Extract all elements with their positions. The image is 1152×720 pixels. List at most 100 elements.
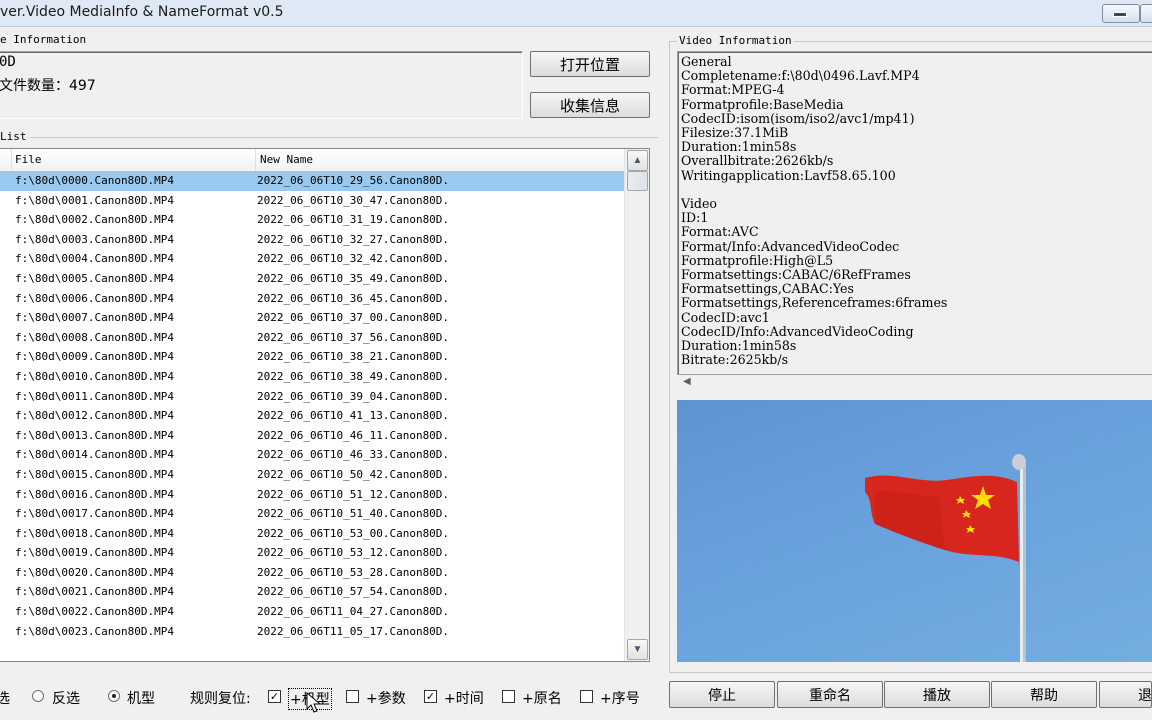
plus-time-label[interactable]: +时间 <box>444 688 484 708</box>
table-row[interactable]: f:\80d\0015.Canon80D.MP4 2022_06_06T10_50… <box>0 465 624 485</box>
list-header: File New Name <box>0 149 624 172</box>
table-row[interactable]: f:\80d\0021.Canon80D.MP4 2022_06_06T10_57… <box>0 582 624 602</box>
new-name-cell: 2022_06_06T10_31_19.Canon80D. <box>257 213 450 227</box>
checkbox-plus-model[interactable]: ✓ <box>268 690 281 703</box>
select-all-label[interactable]: 选 <box>0 688 10 708</box>
title-bar: ver.Video MediaInfo & NameFormat v0.5 <box>0 0 1152 27</box>
collect-info-button[interactable]: 收集信息 <box>530 92 650 118</box>
new-name-cell: 2022_06_06T10_32_27.Canon80D. <box>257 232 450 246</box>
table-row[interactable]: f:\80d\0013.Canon80D.MP4 2022_06_06T10_46… <box>0 426 624 446</box>
file-list-label: List <box>0 130 29 144</box>
checkbox-plus-seq[interactable] <box>580 690 593 703</box>
rule-reset-label: 规则复位: <box>190 691 251 707</box>
new-name-cell: 2022_06_06T10_53_12.Canon80D. <box>257 546 450 560</box>
column-header-file[interactable]: File <box>15 153 42 166</box>
plus-seq-label[interactable]: +序号 <box>600 688 640 708</box>
table-row[interactable]: f:\80d\0005.Canon80D.MP4 2022_06_06T10_35… <box>0 269 624 289</box>
column-separator <box>11 149 12 171</box>
scroll-left-icon[interactable]: ◀ <box>683 376 691 387</box>
checkbox-plus-time[interactable]: ✓ <box>424 690 437 703</box>
table-row[interactable]: f:\80d\0010.Canon80D.MP4 2022_06_06T10_38… <box>0 367 624 387</box>
exit-label: 退 <box>1138 687 1152 704</box>
vertical-scrollbar[interactable]: ▲ ▼ <box>624 149 649 661</box>
file-cell: f:\80d\0023.Canon80D.MP4 <box>15 624 174 638</box>
folder-label: 0D <box>0 54 16 70</box>
new-name-cell: 2022_06_06T10_50_42.Canon80D. <box>257 467 450 481</box>
new-name-cell: 2022_06_06T10_53_28.Canon80D. <box>257 565 450 579</box>
file-cell: f:\80d\0022.Canon80D.MP4 <box>15 605 174 619</box>
stop-button[interactable]: 停止 <box>669 681 775 708</box>
scroll-thumb[interactable] <box>627 171 648 191</box>
table-row[interactable]: f:\80d\0019.Canon80D.MP4 2022_06_06T10_53… <box>0 543 624 563</box>
new-name-cell: 2022_06_06T10_51_40.Canon80D. <box>257 507 450 521</box>
file-cell: f:\80d\0013.Canon80D.MP4 <box>15 428 174 442</box>
exit-button[interactable]: 退 <box>1099 681 1152 708</box>
window-title: ver.Video MediaInfo & NameFormat v0.5 <box>0 4 284 20</box>
radio-invert[interactable] <box>32 690 44 702</box>
checkbox-plus-original[interactable] <box>502 690 515 703</box>
file-cell: f:\80d\0001.Canon80D.MP4 <box>15 193 174 207</box>
column-header-new-name[interactable]: New Name <box>260 153 313 166</box>
table-row[interactable]: f:\80d\0011.Canon80D.MP4 2022_06_06T10_39… <box>0 387 624 407</box>
file-info-display: 0D 文件数量：497 <box>0 51 523 119</box>
mouse-cursor-icon <box>306 692 322 713</box>
file-list-group-line <box>30 137 658 138</box>
video-info-textbox[interactable]: General Completename:f:\80d\0496.Lavf.MP… <box>677 51 1152 375</box>
file-list-view[interactable]: File New Name f:\80d\0000.Canon80D.MP4 20… <box>0 148 650 662</box>
column-separator <box>255 149 256 171</box>
file-cell: f:\80d\0020.Canon80D.MP4 <box>15 565 174 579</box>
checkbox-plus-params[interactable] <box>346 690 359 703</box>
file-cell: f:\80d\0005.Canon80D.MP4 <box>15 271 174 285</box>
maximize-button[interactable] <box>1140 4 1152 23</box>
file-cell: f:\80d\0014.Canon80D.MP4 <box>15 448 174 462</box>
play-button[interactable]: 播放 <box>884 681 990 708</box>
model-label[interactable]: 机型 <box>127 688 155 708</box>
new-name-cell: 2022_06_06T10_38_21.Canon80D. <box>257 350 450 364</box>
plus-original-label[interactable]: +原名 <box>522 688 562 708</box>
minimize-button[interactable] <box>1102 4 1140 23</box>
video-preview <box>677 400 1152 662</box>
table-row[interactable]: f:\80d\0017.Canon80D.MP4 2022_06_06T10_51… <box>0 504 624 524</box>
table-row[interactable]: f:\80d\0018.Canon80D.MP4 2022_06_06T10_53… <box>0 524 624 544</box>
table-row[interactable]: f:\80d\0022.Canon80D.MP4 2022_06_06T11_04… <box>0 602 624 622</box>
scroll-down-button[interactable]: ▼ <box>627 639 648 660</box>
new-name-cell: 2022_06_06T10_35_49.Canon80D. <box>257 271 450 285</box>
plus-params-label[interactable]: +参数 <box>366 688 406 708</box>
table-row[interactable]: f:\80d\0008.Canon80D.MP4 2022_06_06T10_37… <box>0 328 624 348</box>
new-name-cell: 2022_06_06T11_05_17.Canon80D. <box>257 624 450 638</box>
list-rows: f:\80d\0000.Canon80D.MP4 2022_06_06T10_29… <box>0 171 624 641</box>
table-row[interactable]: f:\80d\0004.Canon80D.MP4 2022_06_06T10_32… <box>0 249 624 269</box>
table-row[interactable]: f:\80d\0020.Canon80D.MP4 2022_06_06T10_53… <box>0 563 624 583</box>
new-name-cell: 2022_06_06T10_46_33.Canon80D. <box>257 448 450 462</box>
table-row[interactable]: f:\80d\0002.Canon80D.MP4 2022_06_06T10_31… <box>0 210 624 230</box>
new-name-cell: 2022_06_06T10_36_45.Canon80D. <box>257 291 450 305</box>
file-cell: f:\80d\0016.Canon80D.MP4 <box>15 487 174 501</box>
file-cell: f:\80d\0002.Canon80D.MP4 <box>15 213 174 227</box>
file-information-label: e Information <box>0 33 89 47</box>
scroll-up-button[interactable]: ▲ <box>627 150 648 171</box>
new-name-cell: 2022_06_06T10_46_11.Canon80D. <box>257 428 450 442</box>
help-button[interactable]: 帮助 <box>991 681 1097 708</box>
rename-button[interactable]: 重命名 <box>777 681 883 708</box>
table-row[interactable]: f:\80d\0012.Canon80D.MP4 2022_06_06T10_41… <box>0 406 624 426</box>
table-row[interactable]: f:\80d\0014.Canon80D.MP4 2022_06_06T10_46… <box>0 445 624 465</box>
table-row[interactable]: f:\80d\0023.Canon80D.MP4 2022_06_06T11_05… <box>0 622 624 642</box>
minimize-icon <box>1113 12 1127 17</box>
table-row[interactable]: f:\80d\0001.Canon80D.MP4 2022_06_06T10_30… <box>0 191 624 211</box>
table-row[interactable]: f:\80d\0016.Canon80D.MP4 2022_06_06T10_51… <box>0 485 624 505</box>
table-row[interactable]: f:\80d\0006.Canon80D.MP4 2022_06_06T10_36… <box>0 289 624 309</box>
chevron-up-icon: ▲ <box>632 155 643 166</box>
table-row[interactable]: f:\80d\0009.Canon80D.MP4 2022_06_06T10_38… <box>0 347 624 367</box>
new-name-cell: 2022_06_06T10_39_04.Canon80D. <box>257 389 450 403</box>
table-row[interactable]: f:\80d\0007.Canon80D.MP4 2022_06_06T10_37… <box>0 308 624 328</box>
file-cell: f:\80d\0021.Canon80D.MP4 <box>15 585 174 599</box>
file-cell: f:\80d\0015.Canon80D.MP4 <box>15 467 174 481</box>
table-row[interactable]: f:\80d\0000.Canon80D.MP4 2022_06_06T10_29… <box>0 171 624 191</box>
file-cell: f:\80d\0011.Canon80D.MP4 <box>15 389 174 403</box>
invert-label[interactable]: 反选 <box>52 688 80 708</box>
open-location-button[interactable]: 打开位置 <box>530 51 650 77</box>
table-row[interactable]: f:\80d\0003.Canon80D.MP4 2022_06_06T10_32… <box>0 230 624 250</box>
file-cell: f:\80d\0006.Canon80D.MP4 <box>15 291 174 305</box>
file-cell: f:\80d\0004.Canon80D.MP4 <box>15 252 174 266</box>
radio-model[interactable] <box>108 690 120 702</box>
